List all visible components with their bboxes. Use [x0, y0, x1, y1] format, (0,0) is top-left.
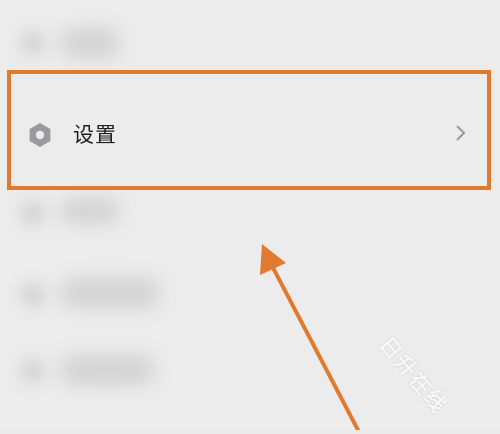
blurred-row-3: [60, 278, 160, 308]
blurred-row-2: [60, 198, 120, 224]
blurred-icon-4: [20, 358, 46, 384]
blurred-icon-top: [20, 30, 46, 56]
blurred-icon-2: [20, 200, 46, 226]
blurred-row-top: [60, 28, 120, 58]
settings-menu-item[interactable]: 设置: [7, 70, 491, 190]
chevron-right-icon: [453, 124, 467, 142]
blurred-row-4: [60, 355, 155, 385]
settings-label: 设置: [73, 123, 117, 147]
settings-screen: 设置 日升在线: [0, 0, 500, 430]
gear-icon: [27, 122, 53, 148]
blurred-icon-3: [20, 282, 46, 308]
watermark: 日升在线: [374, 332, 453, 419]
